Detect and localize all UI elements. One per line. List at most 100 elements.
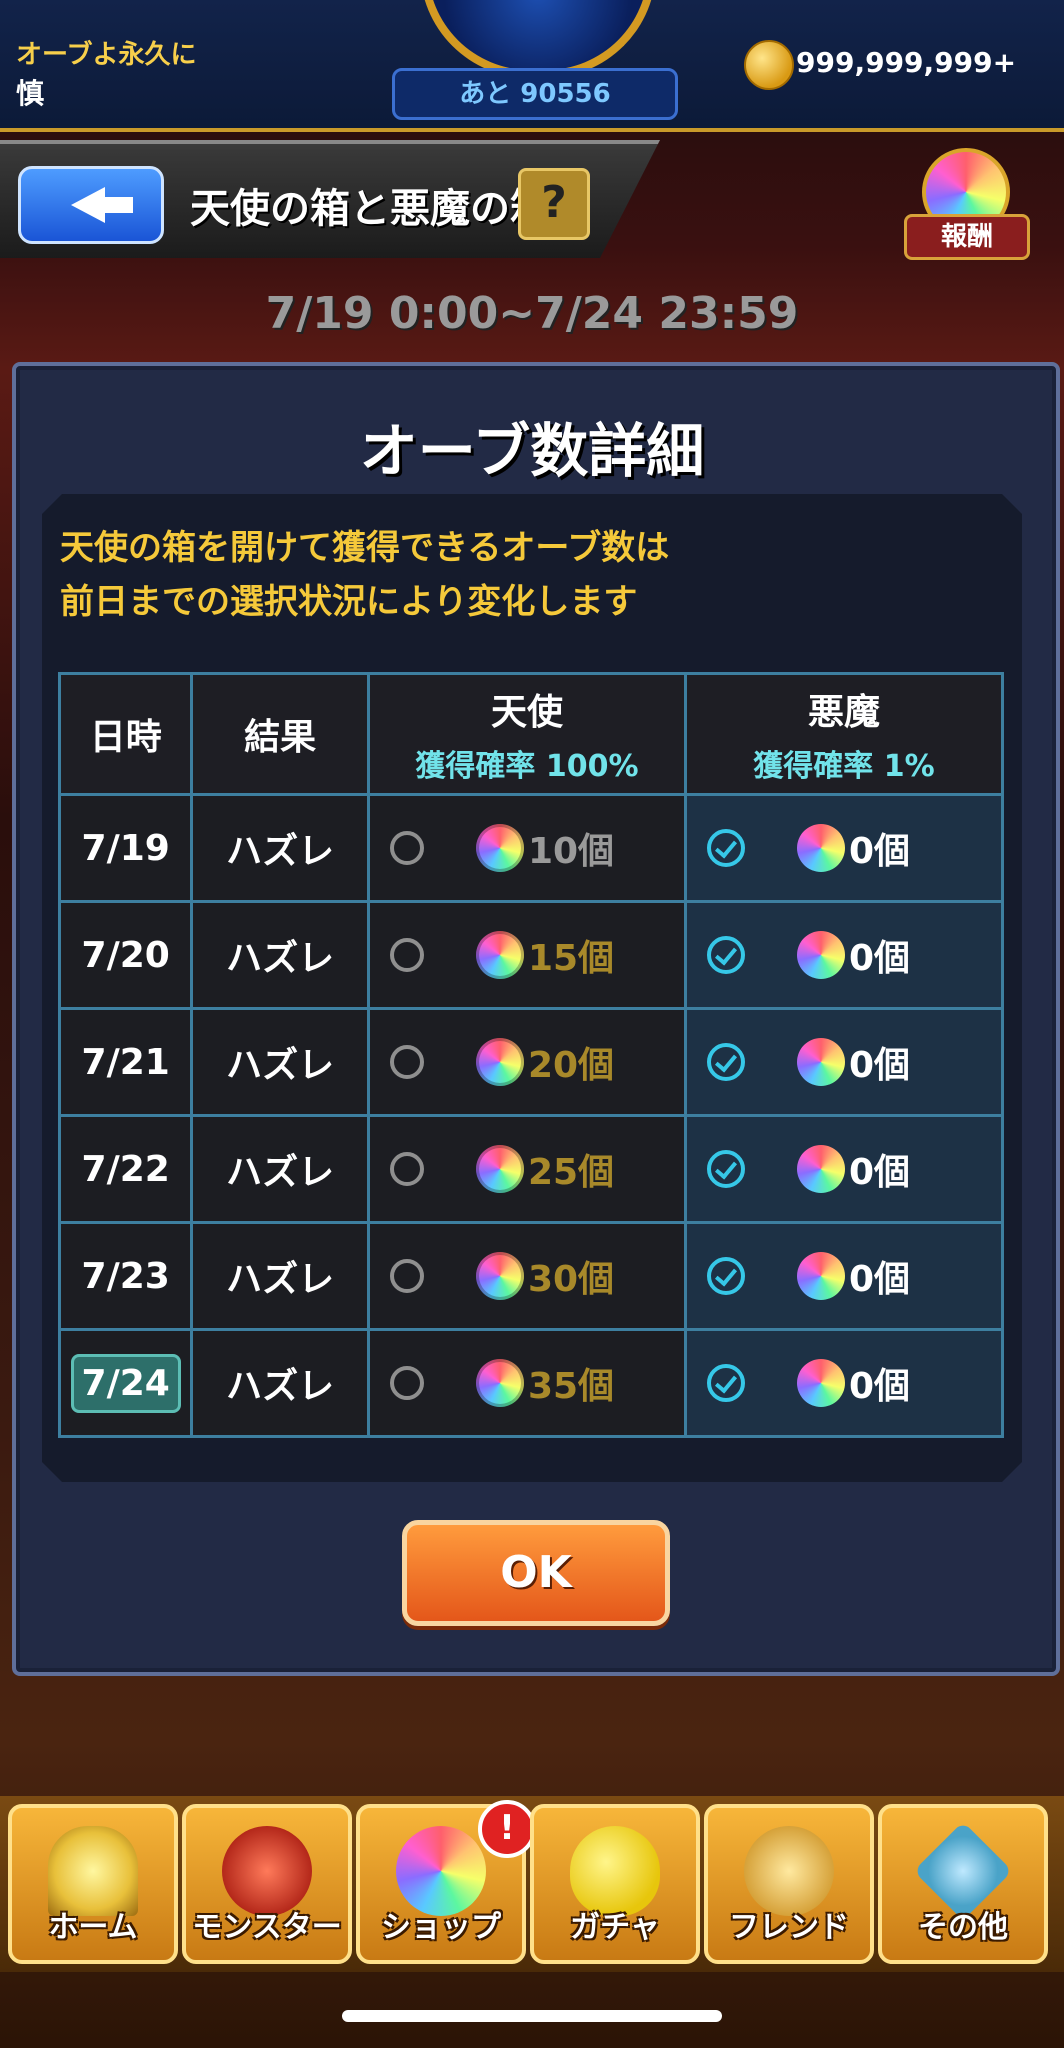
- angel-qty: 15個: [527, 938, 615, 979]
- nav-tab-other[interactable]: その他: [878, 1804, 1048, 1964]
- orb-icon: [796, 1252, 845, 1300]
- table-row: 7/20 ハズレ 15個 0個: [57, 900, 1005, 1010]
- row-date: 7/23: [57, 1221, 194, 1331]
- angel-cell: 10個: [366, 793, 687, 903]
- selected-check-icon: [706, 1257, 745, 1295]
- unselected-radio-icon: [389, 1259, 424, 1293]
- notice-line-1: 天使の箱を開けて獲得できるオーブ数は: [60, 528, 670, 568]
- unselected-radio-icon: [389, 938, 424, 972]
- back-arrow-icon: [71, 187, 133, 223]
- nav-label: ショップ: [381, 1910, 501, 1945]
- selected-check-icon: [706, 829, 745, 867]
- home-indicator[interactable]: [342, 2010, 722, 2022]
- angel-cell: 35個: [366, 1328, 687, 1438]
- table-row: 7/24 ハズレ 35個 0個: [57, 1328, 1005, 1438]
- alert-badge-icon: !: [478, 1800, 536, 1858]
- nav-label: モンスター: [192, 1910, 342, 1945]
- nav-tab-home[interactable]: ホーム: [8, 1804, 178, 1964]
- help-button[interactable]: ?: [518, 168, 590, 240]
- nav-label: ホーム: [48, 1910, 138, 1945]
- angel-qty: 10個: [527, 831, 615, 872]
- row-result: ハズレ: [190, 793, 370, 903]
- table-row: 7/21 ハズレ 20個 0個: [57, 1007, 1005, 1117]
- nav-label: ガチャ: [570, 1910, 660, 1945]
- angel-qty: 25個: [527, 1152, 615, 1193]
- unselected-radio-icon: [389, 831, 424, 865]
- devil-qty: 0個: [848, 1366, 911, 1407]
- header-devil-label: 悪魔: [807, 692, 880, 733]
- orb-table: 日時 結果 天使 獲得確率 100% 悪魔 獲得確率 1% 7/19 ハズレ 1…: [57, 672, 1005, 1438]
- angel-cell: 20個: [366, 1007, 687, 1117]
- table-row: 7/22 ハズレ 25個 0個: [57, 1114, 1005, 1224]
- header-angel-label: 天使: [490, 692, 563, 733]
- angel-qty: 35個: [527, 1366, 615, 1407]
- page-title: 天使の箱と悪魔の箱: [190, 186, 550, 232]
- angel-cell: 30個: [366, 1221, 687, 1331]
- current-date-badge: 7/24: [70, 1353, 181, 1413]
- devil-cell: 0個: [683, 1114, 1005, 1224]
- header-devil: 悪魔 獲得確率 1%: [683, 672, 1005, 796]
- event-period: 7/19 0:00~7/24 23:59: [265, 288, 799, 339]
- notice-line-2: 前日までの選択状況により変化します: [60, 582, 638, 622]
- devil-qty: 0個: [848, 938, 911, 979]
- row-date: 7/20: [57, 900, 194, 1010]
- devil-qty: 0個: [848, 831, 911, 872]
- table-header-row: 日時 結果 天使 獲得確率 100% 悪魔 獲得確率 1%: [57, 672, 1005, 796]
- devil-cell: 0個: [683, 1221, 1005, 1331]
- orb-icon: [475, 1252, 524, 1300]
- header-angel: 天使 獲得確率 100%: [366, 672, 687, 796]
- header-devil-rate: 獲得確率 1%: [753, 749, 935, 784]
- coin-icon: [744, 40, 794, 90]
- row-result: ハズレ: [190, 1007, 370, 1117]
- orb-icon: [796, 824, 845, 872]
- devil-cell: 0個: [683, 900, 1005, 1010]
- angel-qty: 20個: [527, 1045, 615, 1086]
- header-date: 日時: [57, 672, 194, 796]
- row-date: 7/19: [57, 793, 194, 903]
- nav-tab-friend[interactable]: フレンド: [704, 1804, 874, 1964]
- angel-cell: 15個: [366, 900, 687, 1010]
- row-result: ハズレ: [190, 1328, 370, 1438]
- devil-qty: 0個: [848, 1152, 911, 1193]
- row-date-cell: 7/24: [57, 1328, 194, 1438]
- selected-check-icon: [706, 1043, 745, 1081]
- user-title: オーブよ永久に: [16, 40, 197, 70]
- user-name: 慎: [16, 77, 45, 110]
- angel-cell: 25個: [366, 1114, 687, 1224]
- orb-icon: [475, 1038, 524, 1086]
- devil-cell: 0個: [683, 793, 1005, 903]
- nav-tab-gacha[interactable]: ガチャ: [530, 1804, 700, 1964]
- angel-qty: 30個: [527, 1259, 615, 1300]
- row-date: 7/21: [57, 1007, 194, 1117]
- devil-cell: 0個: [683, 1007, 1005, 1117]
- ok-button[interactable]: OK: [402, 1520, 670, 1626]
- row-date: 7/22: [57, 1114, 194, 1224]
- row-result: ハズレ: [190, 900, 370, 1010]
- selected-check-icon: [706, 1150, 745, 1188]
- back-button[interactable]: [18, 166, 164, 244]
- header-angel-rate: 獲得確率 100%: [415, 749, 639, 784]
- row-result: ハズレ: [190, 1114, 370, 1224]
- orb-icon: [475, 824, 524, 872]
- coin-amount: 999,999,999+: [796, 46, 1017, 79]
- reward-button[interactable]: 報酬: [904, 214, 1030, 260]
- nav-tab-monster[interactable]: モンスター: [182, 1804, 352, 1964]
- orb-icon: [796, 1359, 845, 1407]
- remaining-exp: あと 90556: [392, 68, 678, 120]
- header-result: 結果: [190, 672, 370, 796]
- table-row: 7/23 ハズレ 30個 0個: [57, 1221, 1005, 1331]
- nav-label: フレンド: [729, 1910, 849, 1945]
- unselected-radio-icon: [389, 1045, 424, 1079]
- orb-icon: [796, 931, 845, 979]
- devil-cell: 0個: [683, 1328, 1005, 1438]
- unselected-radio-icon: [389, 1152, 424, 1186]
- devil-qty: 0個: [848, 1045, 911, 1086]
- nav-label: その他: [918, 1910, 1008, 1945]
- dialog-title: オーブ数詳細: [359, 417, 705, 485]
- devil-qty: 0個: [848, 1259, 911, 1300]
- unselected-radio-icon: [389, 1366, 424, 1400]
- orb-icon: [475, 1359, 524, 1407]
- selected-check-icon: [706, 1364, 745, 1402]
- orb-icon: [475, 931, 524, 979]
- orb-icon: [796, 1145, 845, 1193]
